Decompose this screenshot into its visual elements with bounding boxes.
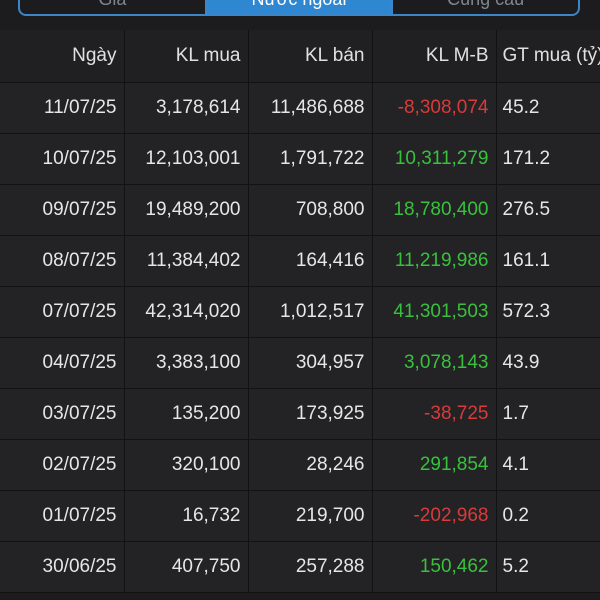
cell-buy-value: 171.2 xyxy=(496,133,600,185)
cell-buy-value: 1.7 xyxy=(496,388,600,440)
cell-buy-volume: 42,314,020 xyxy=(124,286,249,338)
cell-net-volume: -38,725 xyxy=(372,388,497,440)
cell-net-volume: 3,078,143 xyxy=(372,337,497,389)
cell-date: 10/07/25 xyxy=(0,133,125,185)
cell-buy-volume: 407,750 xyxy=(124,541,249,593)
table-row[interactable]: 11/07/25 3,178,614 11,486,688 -8,308,074 45.… xyxy=(0,82,600,134)
cell-net-volume: 41,301,503 xyxy=(372,286,497,338)
cell-buy-volume: 19,489,200 xyxy=(124,184,249,236)
foreign-trading-table: Ngày KL mua KL bán KL M-B GT mua (tỷ) 11… xyxy=(0,30,600,593)
header-date[interactable]: Ngày xyxy=(0,30,125,83)
cell-buy-volume: 135,200 xyxy=(124,388,249,440)
cell-sell-volume: 11,486,688 xyxy=(248,82,373,134)
tab-bar: Giá Nước ngoài Cung cầu xyxy=(18,0,580,16)
header-net-volume[interactable]: KL M-B xyxy=(372,30,497,83)
table-row[interactable]: 03/07/25 135,200 173,925 -38,725 1.7 xyxy=(0,388,600,440)
cell-net-volume: 150,462 xyxy=(372,541,497,593)
cell-date: 01/07/25 xyxy=(0,490,125,542)
tab-foreign[interactable]: Nước ngoài xyxy=(204,0,392,14)
cell-buy-value: 161.1 xyxy=(496,235,600,287)
cell-buy-value: 5.2 xyxy=(496,541,600,593)
cell-sell-volume: 28,246 xyxy=(248,439,373,491)
cell-date: 30/06/25 xyxy=(0,541,125,593)
cell-buy-volume: 3,178,614 xyxy=(124,82,249,134)
cell-buy-volume: 12,103,001 xyxy=(124,133,249,185)
cell-sell-volume: 1,791,722 xyxy=(248,133,373,185)
cell-date: 09/07/25 xyxy=(0,184,125,236)
table-row[interactable]: 01/07/25 16,732 219,700 -202,968 0.2 xyxy=(0,490,600,542)
cell-date: 04/07/25 xyxy=(0,337,125,389)
header-buy-volume[interactable]: KL mua xyxy=(124,30,249,83)
cell-buy-value: 45.2 xyxy=(496,82,600,134)
cell-buy-value: 276.5 xyxy=(496,184,600,236)
table-row[interactable]: 08/07/25 11,384,402 164,416 11,219,986 161.1 xyxy=(0,235,600,287)
cell-net-volume: -8,308,074 xyxy=(372,82,497,134)
table-row[interactable]: 02/07/25 320,100 28,246 291,854 4.1 xyxy=(0,439,600,491)
tab-price[interactable]: Giá xyxy=(20,0,205,14)
cell-date: 03/07/25 xyxy=(0,388,125,440)
cell-buy-volume: 320,100 xyxy=(124,439,249,491)
cell-buy-value: 572.3 xyxy=(496,286,600,338)
cell-sell-volume: 219,700 xyxy=(248,490,373,542)
table-header-row: Ngày KL mua KL bán KL M-B GT mua (tỷ) xyxy=(0,30,600,83)
cell-buy-volume: 3,383,100 xyxy=(124,337,249,389)
cell-buy-volume: 11,384,402 xyxy=(124,235,249,287)
header-sell-volume[interactable]: KL bán xyxy=(248,30,373,83)
cell-date: 07/07/25 xyxy=(0,286,125,338)
cell-sell-volume: 304,957 xyxy=(248,337,373,389)
cell-date: 11/07/25 xyxy=(0,82,125,134)
table-row[interactable]: 07/07/25 42,314,020 1,012,517 41,301,503 572… xyxy=(0,286,600,338)
cell-sell-volume: 1,012,517 xyxy=(248,286,373,338)
cell-net-volume: 18,780,400 xyxy=(372,184,497,236)
cell-date: 08/07/25 xyxy=(0,235,125,287)
cell-date: 02/07/25 xyxy=(0,439,125,491)
cell-net-volume: 10,311,279 xyxy=(372,133,497,185)
table-row[interactable]: 10/07/25 12,103,001 1,791,722 10,311,279 171… xyxy=(0,133,600,185)
tab-supply-demand[interactable]: Cung cầu xyxy=(391,0,578,14)
cell-buy-value: 0.2 xyxy=(496,490,600,542)
cell-buy-value: 43.9 xyxy=(496,337,600,389)
cell-buy-value: 4.1 xyxy=(496,439,600,491)
cell-buy-volume: 16,732 xyxy=(124,490,249,542)
header-buy-value[interactable]: GT mua (tỷ) xyxy=(496,30,600,83)
cell-net-volume: 11,219,986 xyxy=(372,235,497,287)
table-row[interactable]: 04/07/25 3,383,100 304,957 3,078,143 43.9 xyxy=(0,337,600,389)
cell-sell-volume: 708,800 xyxy=(248,184,373,236)
table-row[interactable]: 09/07/25 19,489,200 708,800 18,780,400 276.5 xyxy=(0,184,600,236)
cell-sell-volume: 164,416 xyxy=(248,235,373,287)
cell-net-volume: 291,854 xyxy=(372,439,497,491)
cell-sell-volume: 173,925 xyxy=(248,388,373,440)
table-row[interactable]: 30/06/25 407,750 257,288 150,462 5.2 xyxy=(0,541,600,593)
cell-sell-volume: 257,288 xyxy=(248,541,373,593)
cell-net-volume: -202,968 xyxy=(372,490,497,542)
